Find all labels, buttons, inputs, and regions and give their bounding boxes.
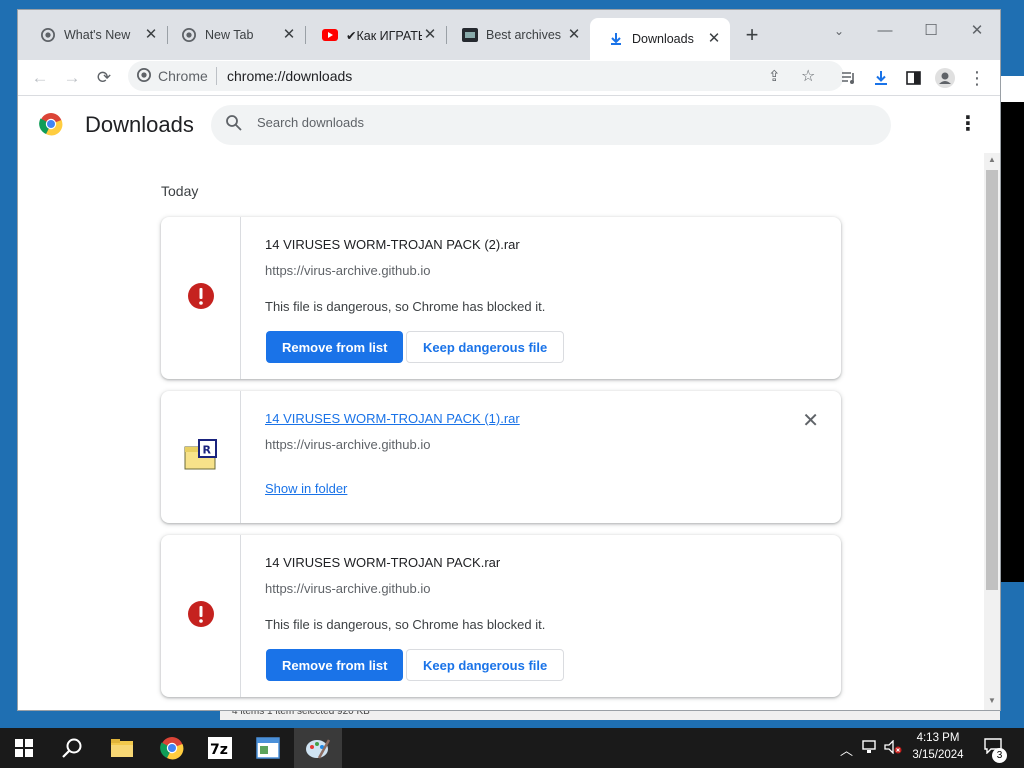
tab-best-archives[interactable]: Best archives ✕: [444, 22, 590, 48]
chrome-logo-icon: [39, 112, 63, 141]
tab-new-tab[interactable]: New Tab ✕: [163, 22, 306, 48]
search-box[interactable]: [211, 105, 891, 145]
page-title: Downloads: [85, 112, 194, 137]
notepad-icon[interactable]: [244, 728, 292, 768]
file-icon-column: [161, 217, 241, 379]
media-controls-icon[interactable]: [836, 65, 862, 91]
start-icon[interactable]: [0, 728, 48, 768]
clock-date[interactable]: 3/15/2024: [906, 749, 970, 761]
source-url[interactable]: https://virus-archive.github.io: [265, 437, 430, 452]
downloads-header: Downloads ⋮: [18, 97, 1000, 153]
dangerous-warning-icon: [187, 600, 215, 633]
more-actions-icon[interactable]: ⋮: [958, 111, 978, 136]
maximize-button[interactable]: ☐: [908, 16, 954, 46]
file-icon-column: [161, 535, 241, 697]
github-icon: [462, 27, 478, 43]
download-icon: [608, 31, 624, 47]
search-icon[interactable]: [48, 728, 96, 768]
file-icon-column: R: [161, 391, 241, 523]
tab-youtube[interactable]: ✔Как ИГРАТЬ ✕: [304, 22, 447, 48]
network-icon[interactable]: [862, 740, 878, 757]
tab-search-icon[interactable]: ⌄: [816, 16, 862, 46]
minimize-button[interactable]: —: [862, 16, 908, 46]
remove-from-list-button[interactable]: Remove from list: [266, 649, 404, 681]
tab-title: New Tab: [205, 28, 254, 42]
clock-time[interactable]: 4:13 PM: [906, 732, 970, 744]
chrome-icon: [181, 27, 197, 43]
scroll-up-arrow[interactable]: ▲: [984, 153, 1000, 167]
tab-strip: What's New ✕ New Tab ✕ ✔Как ИГРАТЬ ✕ Bes…: [18, 10, 1000, 60]
browser-window: What's New ✕ New Tab ✕ ✔Как ИГРАТЬ ✕ Bes…: [18, 10, 1000, 710]
tab-title: ✔Как ИГРАТЬ: [346, 28, 422, 43]
tab-title: What's New: [64, 28, 131, 42]
danger-description: This file is dangerous, so Chrome has bl…: [265, 299, 546, 314]
download-item: R 14 VIRUSES WORM-TROJAN PACK (1).rar ht…: [161, 391, 841, 523]
chrome-icon[interactable]: [148, 728, 196, 768]
dangerous-warning-icon: [187, 282, 215, 315]
chrome-icon: [137, 68, 151, 87]
downloads-list: Today 14 VIRUSES WORM-TROJAN PACK (2).ra…: [18, 153, 984, 710]
file-name: 14 VIRUSES WORM-TROJAN PACK (2).rar: [265, 237, 520, 252]
danger-description: This file is dangerous, so Chrome has bl…: [265, 617, 546, 632]
site-chip: Chrome: [158, 68, 208, 84]
search-icon: [225, 114, 243, 137]
new-tab-button[interactable]: +: [740, 24, 764, 48]
reload-button[interactable]: ⟳: [91, 65, 117, 91]
tab-title: Downloads: [632, 32, 694, 46]
chrome-icon: [40, 27, 56, 43]
svg-text:R: R: [202, 443, 211, 456]
close-tab-icon[interactable]: ✕: [281, 27, 297, 43]
keep-dangerous-file-button[interactable]: Keep dangerous file: [406, 649, 565, 681]
tab-downloads[interactable]: Downloads ✕: [590, 18, 730, 60]
back-button[interactable]: ←: [27, 65, 53, 91]
omnibox-divider: [216, 67, 217, 85]
downloads-icon[interactable]: [868, 65, 894, 91]
file-name-link[interactable]: 14 VIRUSES WORM-TROJAN PACK (1).rar: [265, 411, 520, 426]
youtube-icon: [322, 27, 338, 43]
keep-dangerous-file-button[interactable]: Keep dangerous file: [406, 331, 565, 363]
source-url[interactable]: https://virus-archive.github.io: [265, 263, 430, 278]
browser-toolbar: ← → ⟳ Chrome chrome://downloads ⇪ ☆ ⋮: [18, 60, 1000, 96]
tab-whats-new[interactable]: What's New ✕: [22, 22, 168, 48]
date-heading: Today: [161, 183, 199, 199]
address-bar[interactable]: Chrome chrome://downloads ⇪ ☆: [128, 61, 844, 91]
winrar-archive-icon: R: [184, 438, 218, 476]
search-input[interactable]: [257, 115, 857, 130]
remove-item-icon[interactable]: ✕: [802, 411, 819, 431]
close-tab-icon[interactable]: ✕: [422, 27, 438, 43]
tab-title: Best archives: [486, 28, 562, 42]
close-tab-icon[interactable]: ✕: [706, 31, 722, 47]
scroll-down-arrow[interactable]: ▼: [984, 694, 1000, 708]
notification-count-badge: 3: [992, 748, 1007, 763]
chrome-menu-icon[interactable]: ⋮: [964, 65, 990, 91]
download-item: 14 VIRUSES WORM-TROJAN PACK (2).rar http…: [161, 217, 841, 379]
scrollbar-thumb[interactable]: [986, 170, 998, 590]
7zip-icon[interactable]: 7z: [196, 728, 244, 768]
remove-from-list-button[interactable]: Remove from list: [266, 331, 404, 363]
share-icon[interactable]: ⇪: [768, 67, 781, 85]
side-panel-icon[interactable]: [900, 65, 926, 91]
close-tab-icon[interactable]: ✕: [143, 27, 159, 43]
close-tab-icon[interactable]: ✕: [566, 27, 582, 43]
file-explorer-icon[interactable]: [98, 728, 146, 768]
desktop-edge: [1000, 76, 1024, 102]
download-item: 14 VIRUSES WORM-TROJAN PACK.rar https://…: [161, 535, 841, 697]
url-text[interactable]: chrome://downloads: [227, 68, 352, 84]
paint-icon[interactable]: [294, 728, 342, 768]
background-window-edge: [1000, 102, 1024, 582]
source-url[interactable]: https://virus-archive.github.io: [265, 581, 430, 596]
show-in-folder-link[interactable]: Show in folder: [265, 481, 347, 496]
forward-button[interactable]: →: [59, 65, 85, 91]
taskbar: 7z ︿ 4:13 PM 3/15/2024 3: [0, 728, 1024, 768]
chevron-up-icon[interactable]: ︿: [840, 740, 853, 759]
close-window-button[interactable]: ✕: [954, 16, 1000, 46]
profile-avatar-icon[interactable]: [932, 65, 958, 91]
svg-text:7z: 7z: [210, 742, 228, 758]
file-name: 14 VIRUSES WORM-TROJAN PACK.rar: [265, 555, 501, 570]
volume-muted-icon[interactable]: [884, 739, 902, 757]
bookmark-star-icon[interactable]: ☆: [801, 66, 815, 86]
